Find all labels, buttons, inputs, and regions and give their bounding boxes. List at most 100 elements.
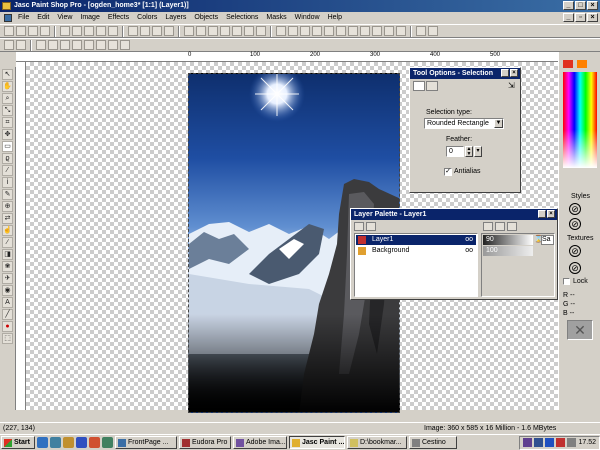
doc-close-button[interactable]: × xyxy=(587,13,598,22)
effect-2-icon[interactable] xyxy=(48,40,58,50)
effect-1-icon[interactable] xyxy=(36,40,46,50)
scratch-remover-tool-icon[interactable]: ∕ xyxy=(2,237,13,248)
layer-row-background[interactable]: Background oo xyxy=(356,246,476,256)
draw-tool-icon[interactable]: ╱ xyxy=(2,309,13,320)
close-button[interactable]: × xyxy=(587,1,598,10)
help-icon[interactable] xyxy=(416,26,426,36)
doc-minimize-button[interactable]: _ xyxy=(563,13,574,22)
toggle-script-icon[interactable] xyxy=(256,26,266,36)
quicklaunch-app-icon[interactable] xyxy=(89,437,100,448)
app-icon[interactable] xyxy=(2,2,11,10)
lock-tab-icon[interactable] xyxy=(507,222,517,231)
clock[interactable]: 17.52 xyxy=(578,439,596,446)
blend-tab-icon[interactable] xyxy=(495,222,505,231)
blend-mode-dropdown[interactable]: Sa xyxy=(541,235,554,245)
maximize-button[interactable]: □ xyxy=(575,1,586,10)
selection-type-dropdown[interactable]: Rounded Rectangle ▼ xyxy=(424,118,504,129)
help-arrow-icon[interactable]: ⇲ xyxy=(508,81,518,91)
levels-icon[interactable] xyxy=(372,26,382,36)
arrange-icon[interactable] xyxy=(276,26,286,36)
menu-layers[interactable]: Layers xyxy=(161,12,190,24)
mover-tool-icon[interactable]: ✥ xyxy=(2,129,13,140)
task-frontpage[interactable]: FrontPage ... xyxy=(115,436,177,449)
task-bookmarks[interactable]: D:\bookmar... xyxy=(347,436,407,449)
color-picker[interactable] xyxy=(563,72,597,168)
resize-icon[interactable] xyxy=(324,26,334,36)
start-button[interactable]: Start xyxy=(1,436,35,449)
tool-options-titlebar[interactable]: Tool Options - Selection × xyxy=(410,68,520,79)
options-tab-icon[interactable] xyxy=(426,81,438,91)
effect-8-icon[interactable] xyxy=(120,40,130,50)
save-icon[interactable] xyxy=(28,26,38,36)
menu-image[interactable]: Image xyxy=(76,12,103,24)
move-icon[interactable] xyxy=(348,26,358,36)
feather-spinner[interactable]: ▲ ▼ xyxy=(465,146,473,157)
quicklaunch-outlook-icon[interactable] xyxy=(50,437,61,448)
pin-icon[interactable] xyxy=(538,210,546,218)
layer-palette-close-button[interactable]: × xyxy=(547,210,555,218)
tray-icon-1[interactable] xyxy=(523,438,533,447)
toggle-overview-icon[interactable] xyxy=(232,26,242,36)
print-icon[interactable] xyxy=(40,26,50,36)
open-file-icon[interactable] xyxy=(16,26,26,36)
task-adobe[interactable]: Adobe Ima... xyxy=(233,436,287,449)
tray-icon-2[interactable] xyxy=(534,438,544,447)
task-jasc[interactable]: Jasc Paint ... xyxy=(289,436,345,449)
doc-restore-button[interactable]: ▫ xyxy=(575,13,586,22)
effect-3-icon[interactable] xyxy=(60,40,70,50)
context-help-icon[interactable] xyxy=(428,26,438,36)
zoom-in-icon[interactable] xyxy=(152,26,162,36)
effect-7-icon[interactable] xyxy=(108,40,118,50)
toggle-histogram-icon[interactable] xyxy=(208,26,218,36)
feather-slider-button[interactable]: ▾ xyxy=(474,146,482,157)
menu-effects[interactable]: Effects xyxy=(104,12,133,24)
menu-selections[interactable]: Selections xyxy=(222,12,262,24)
effect-4-icon[interactable] xyxy=(72,40,82,50)
lock-checkbox[interactable] xyxy=(563,278,570,285)
airbrush-tool-icon[interactable]: ✈ xyxy=(2,273,13,284)
minimize-button[interactable]: _ xyxy=(563,1,574,10)
eraser-tool-icon[interactable]: ◨ xyxy=(2,249,13,260)
selection-tool-icon[interactable]: ▭ xyxy=(2,141,13,152)
clone-brush-tool-icon[interactable]: ⊕ xyxy=(2,201,13,212)
quicklaunch-ie-icon[interactable] xyxy=(37,437,48,448)
menu-help[interactable]: Help xyxy=(324,12,346,24)
feather-input[interactable]: 0 xyxy=(446,146,464,157)
web-icon[interactable] xyxy=(384,26,394,36)
dropper-tool-icon[interactable]: ⅰ xyxy=(2,177,13,188)
menu-file[interactable]: File xyxy=(14,12,33,24)
redo-icon[interactable] xyxy=(72,26,82,36)
task-eudora[interactable]: Eudora Pro xyxy=(179,436,231,449)
copy-icon[interactable] xyxy=(96,26,106,36)
menu-edit[interactable]: Edit xyxy=(33,12,53,24)
pan-tool-icon[interactable]: ✋ xyxy=(2,81,13,92)
crop-icon[interactable] xyxy=(336,26,346,36)
quicklaunch-app2-icon[interactable] xyxy=(102,437,113,448)
document-icon[interactable] xyxy=(4,14,12,22)
arrow-tool-icon[interactable]: ↖ xyxy=(2,69,13,80)
color-adjust-icon[interactable] xyxy=(360,26,370,36)
gradient-icon[interactable] xyxy=(396,26,406,36)
antialias-checkbox[interactable]: ✓ xyxy=(444,168,452,176)
text-tool-icon[interactable]: A xyxy=(2,297,13,308)
browse-icon[interactable] xyxy=(128,26,138,36)
delete-layer-icon[interactable] xyxy=(366,222,376,231)
flood-fill-tool-icon[interactable]: ◉ xyxy=(2,285,13,296)
rotate-icon[interactable] xyxy=(312,26,322,36)
menu-window[interactable]: Window xyxy=(291,12,324,24)
styles-bg-none-icon[interactable]: ⊘ xyxy=(569,218,581,230)
tray-icon-4[interactable] xyxy=(556,438,566,447)
object-selector-tool-icon[interactable]: ⬚ xyxy=(2,333,13,344)
menu-colors[interactable]: Colors xyxy=(133,12,161,24)
paint-brush-tool-icon[interactable]: ✎ xyxy=(2,189,13,200)
color-replacer-tool-icon[interactable]: ⇄ xyxy=(2,213,13,224)
mirror-icon[interactable] xyxy=(300,26,310,36)
tray-icon-3[interactable] xyxy=(545,438,555,447)
picture-tube-tool-icon[interactable]: ❀ xyxy=(2,261,13,272)
magic-wand-tool-icon[interactable]: ⁄ xyxy=(2,165,13,176)
quicklaunch-channels-icon[interactable] xyxy=(76,437,87,448)
toggle-tool-options-icon[interactable] xyxy=(196,26,206,36)
selection-tab-icon[interactable] xyxy=(413,81,425,91)
visibility-glasses-icon[interactable]: oo xyxy=(465,235,473,245)
zoom-out-icon[interactable] xyxy=(164,26,174,36)
